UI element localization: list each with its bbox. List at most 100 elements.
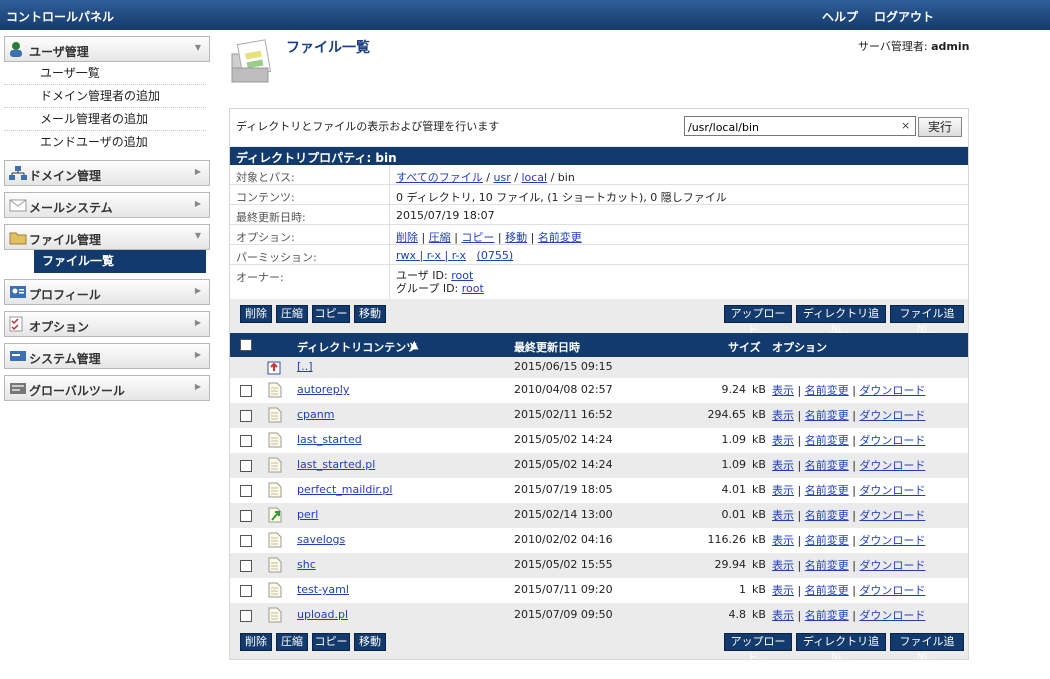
rename-link[interactable]: 名前変更 (805, 559, 849, 572)
file-name-link[interactable]: cpanm (297, 408, 334, 421)
add-file-button[interactable]: ファイル追加... (890, 633, 964, 664)
rename-link[interactable]: 名前変更 (805, 534, 849, 547)
path-local-link[interactable]: local (521, 171, 547, 184)
sidebar-group-user[interactable]: ユーザ管理 ▼ (4, 36, 210, 62)
download-link[interactable]: ダウンロード (859, 584, 925, 597)
option-rename-link[interactable]: 名前変更 (538, 231, 582, 244)
sidebar-item-add-end-user[interactable]: エンドユーザの追加 (4, 131, 206, 154)
rename-link[interactable]: 名前変更 (805, 584, 849, 597)
sort-asc-icon[interactable]: ▲ (410, 338, 418, 351)
row-checkbox[interactable] (240, 585, 252, 597)
rename-link[interactable]: 名前変更 (805, 459, 849, 472)
view-link[interactable]: 表示 (772, 384, 794, 397)
upload-button[interactable]: アップロード... (724, 305, 792, 336)
sidebar-group-file[interactable]: ファイル管理 ▼ (4, 224, 210, 250)
delete-button[interactable]: 削除 (240, 633, 272, 651)
move-button[interactable]: 移動 (354, 633, 386, 651)
row-checkbox[interactable] (240, 435, 252, 447)
copy-button[interactable]: コピー (312, 633, 350, 651)
rename-link[interactable]: 名前変更 (805, 609, 849, 622)
column-header-date[interactable]: 最終更新日時 (514, 339, 580, 355)
download-link[interactable]: ダウンロード (859, 559, 925, 572)
download-link[interactable]: ダウンロード (859, 609, 925, 622)
add-directory-button[interactable]: ディレクトリ追加... (796, 305, 886, 336)
file-name-link[interactable]: test-yaml (297, 583, 349, 596)
download-link[interactable]: ダウンロード (859, 484, 925, 497)
sidebar-group-options[interactable]: オプション ▶ (4, 311, 210, 337)
row-checkbox[interactable] (240, 560, 252, 572)
row-checkbox[interactable] (240, 535, 252, 547)
logout-link[interactable]: ログアウト (874, 8, 934, 25)
column-header-name[interactable]: ディレクトリコンテンツ (297, 339, 417, 355)
sidebar-group-system[interactable]: システム管理 ▶ (4, 343, 210, 369)
sidebar-item-add-mail-admin[interactable]: メール管理者の追加 (4, 108, 206, 131)
view-link[interactable]: 表示 (772, 459, 794, 472)
download-link[interactable]: ダウンロード (859, 459, 925, 472)
column-header-size[interactable]: サイズ (728, 339, 761, 355)
row-checkbox[interactable] (240, 610, 252, 622)
compress-button[interactable]: 圧縮 (276, 305, 308, 323)
view-link[interactable]: 表示 (772, 609, 794, 622)
rename-link[interactable]: 名前変更 (805, 509, 849, 522)
move-button[interactable]: 移動 (354, 305, 386, 323)
rename-link[interactable]: 名前変更 (805, 384, 849, 397)
row-checkbox[interactable] (240, 485, 252, 497)
view-link[interactable]: 表示 (772, 509, 794, 522)
view-link[interactable]: 表示 (772, 484, 794, 497)
path-usr-link[interactable]: usr (494, 171, 511, 184)
view-link[interactable]: 表示 (772, 409, 794, 422)
file-name-link[interactable]: autoreply (297, 383, 349, 396)
owner-user-link[interactable]: root (451, 269, 473, 282)
row-checkbox[interactable] (240, 510, 252, 522)
download-link[interactable]: ダウンロード (859, 384, 925, 397)
view-link[interactable]: 表示 (772, 534, 794, 547)
sidebar-item-user-list[interactable]: ユーザ一覧 (4, 62, 206, 85)
sidebar-group-domain[interactable]: ドメイン管理 ▶ (4, 160, 210, 186)
download-link[interactable]: ダウンロード (859, 434, 925, 447)
owner-group-link[interactable]: root (462, 282, 484, 295)
parent-directory-link[interactable]: [..] (297, 360, 313, 373)
path-input[interactable] (684, 116, 916, 136)
path-all-files-link[interactable]: すべてのファイル (396, 171, 483, 184)
add-file-button[interactable]: ファイル追加... (890, 305, 964, 336)
file-name-link[interactable]: last_started (297, 433, 362, 446)
file-name-link[interactable]: upload.pl (297, 608, 348, 621)
help-link[interactable]: ヘルプ (822, 8, 858, 25)
rename-link[interactable]: 名前変更 (805, 434, 849, 447)
option-compress-link[interactable]: 圧縮 (429, 231, 451, 244)
clear-icon[interactable]: × (901, 119, 910, 132)
file-name-link[interactable]: perl (297, 508, 318, 521)
copy-button[interactable]: コピー (312, 305, 350, 323)
rename-link[interactable]: 名前変更 (805, 409, 849, 422)
permission-octal-link[interactable]: (0755) (477, 249, 514, 262)
file-name-link[interactable]: shc (297, 558, 316, 571)
permission-link[interactable]: rwx | r-x | r-x (396, 249, 466, 262)
row-checkbox[interactable] (240, 385, 252, 397)
view-link[interactable]: 表示 (772, 584, 794, 597)
download-link[interactable]: ダウンロード (859, 534, 925, 547)
select-all-checkbox[interactable] (240, 339, 252, 351)
add-directory-button[interactable]: ディレクトリ追加... (796, 633, 886, 664)
sidebar-group-mail[interactable]: メールシステム ▶ (4, 192, 210, 218)
sidebar-item-file-list[interactable]: ファイル一覧 (34, 250, 206, 273)
row-checkbox[interactable] (240, 460, 252, 472)
view-link[interactable]: 表示 (772, 434, 794, 447)
file-name-link[interactable]: perfect_maildir.pl (297, 483, 392, 496)
download-link[interactable]: ダウンロード (859, 509, 925, 522)
option-delete-link[interactable]: 削除 (396, 231, 418, 244)
file-name-link[interactable]: last_started.pl (297, 458, 375, 471)
run-button[interactable]: 実行 (918, 117, 962, 137)
download-link[interactable]: ダウンロード (859, 409, 925, 422)
option-move-link[interactable]: 移動 (505, 231, 527, 244)
upload-button[interactable]: アップロード... (724, 633, 792, 664)
row-checkbox[interactable] (240, 410, 252, 422)
delete-button[interactable]: 削除 (240, 305, 272, 323)
sidebar-item-add-domain-admin[interactable]: ドメイン管理者の追加 (4, 85, 206, 108)
file-name-link[interactable]: savelogs (297, 533, 345, 546)
view-link[interactable]: 表示 (772, 559, 794, 572)
compress-button[interactable]: 圧縮 (276, 633, 308, 651)
sidebar-group-global[interactable]: グローバルツール ▶ (4, 375, 210, 401)
option-copy-link[interactable]: コピー (461, 231, 494, 244)
rename-link[interactable]: 名前変更 (805, 484, 849, 497)
sidebar-group-profile[interactable]: プロフィール ▶ (4, 279, 210, 305)
